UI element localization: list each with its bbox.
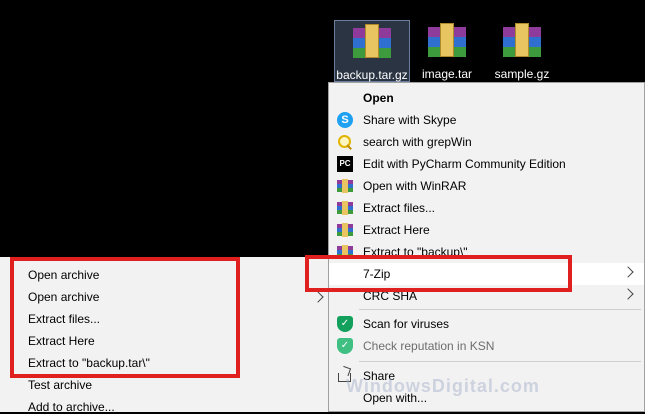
chevron-right-icon [622, 288, 634, 300]
red-highlight-submenu [10, 257, 240, 378]
desktop-file-image-tar[interactable]: image.tar [409, 20, 485, 82]
menu-item-label: Extract Here [363, 223, 430, 237]
winrar-icon [337, 178, 353, 194]
desktop-file-backup-tar-gz[interactable]: backup.tar.gz [334, 20, 410, 82]
chevron-right-icon [312, 291, 324, 303]
menu-item-check-reputation[interactable]: ✓ Check reputation in KSN [329, 335, 644, 357]
shield-icon: ✓ [337, 316, 353, 332]
menu-item-label: Edit with PyCharm Community Edition [363, 157, 566, 171]
winrar-icon [337, 222, 353, 238]
menu-item-label: Scan for viruses [363, 317, 450, 331]
file-label: sample.gz [494, 67, 550, 81]
pycharm-icon: PC [337, 156, 353, 172]
menu-item-share-skype[interactable]: S Share with Skype [329, 109, 644, 131]
menu-item-label: search with grepWin [363, 135, 472, 149]
winrar-archive-icon [428, 23, 466, 59]
menu-item-pycharm[interactable]: PC Edit with PyCharm Community Edition [329, 153, 644, 175]
shield-icon: ✓ [337, 338, 353, 354]
desktop-file-sample-gz[interactable]: sample.gz [484, 20, 560, 82]
submenu-test-archive[interactable]: Test archive [28, 378, 92, 392]
winrar-archive-icon [503, 23, 541, 59]
winrar-icon [337, 200, 353, 216]
red-highlight-7zip [305, 255, 572, 292]
file-label: image.tar [421, 67, 473, 81]
skype-icon: S [337, 112, 353, 128]
menu-item-label: Extract files... [363, 201, 436, 215]
menu-item-label: Check reputation in KSN [363, 339, 495, 353]
context-menu: Open S Share with Skype search with grep… [328, 82, 645, 412]
menu-separator [359, 309, 641, 310]
chevron-right-icon [622, 266, 634, 278]
menu-item-extract-files[interactable]: Extract files... [329, 197, 644, 219]
menu-item-label: Open with WinRAR [363, 179, 467, 193]
menu-item-grepwin[interactable]: search with grepWin [329, 131, 644, 153]
menu-item-extract-here[interactable]: Extract Here [329, 219, 644, 241]
watermark-text: WindowsDigital.com [346, 376, 540, 396]
menu-item-scan-viruses[interactable]: ✓ Scan for viruses [329, 313, 644, 335]
search-icon [337, 134, 353, 150]
menu-separator [359, 361, 641, 362]
winrar-archive-icon [353, 24, 391, 60]
menu-item-open-winrar[interactable]: Open with WinRAR [329, 175, 644, 197]
file-label: backup.tar.gz [336, 68, 408, 82]
menu-item-label: Share with Skype [363, 113, 457, 127]
menu-item-label: Open [363, 91, 394, 105]
menu-item-open[interactable]: Open [329, 87, 644, 109]
